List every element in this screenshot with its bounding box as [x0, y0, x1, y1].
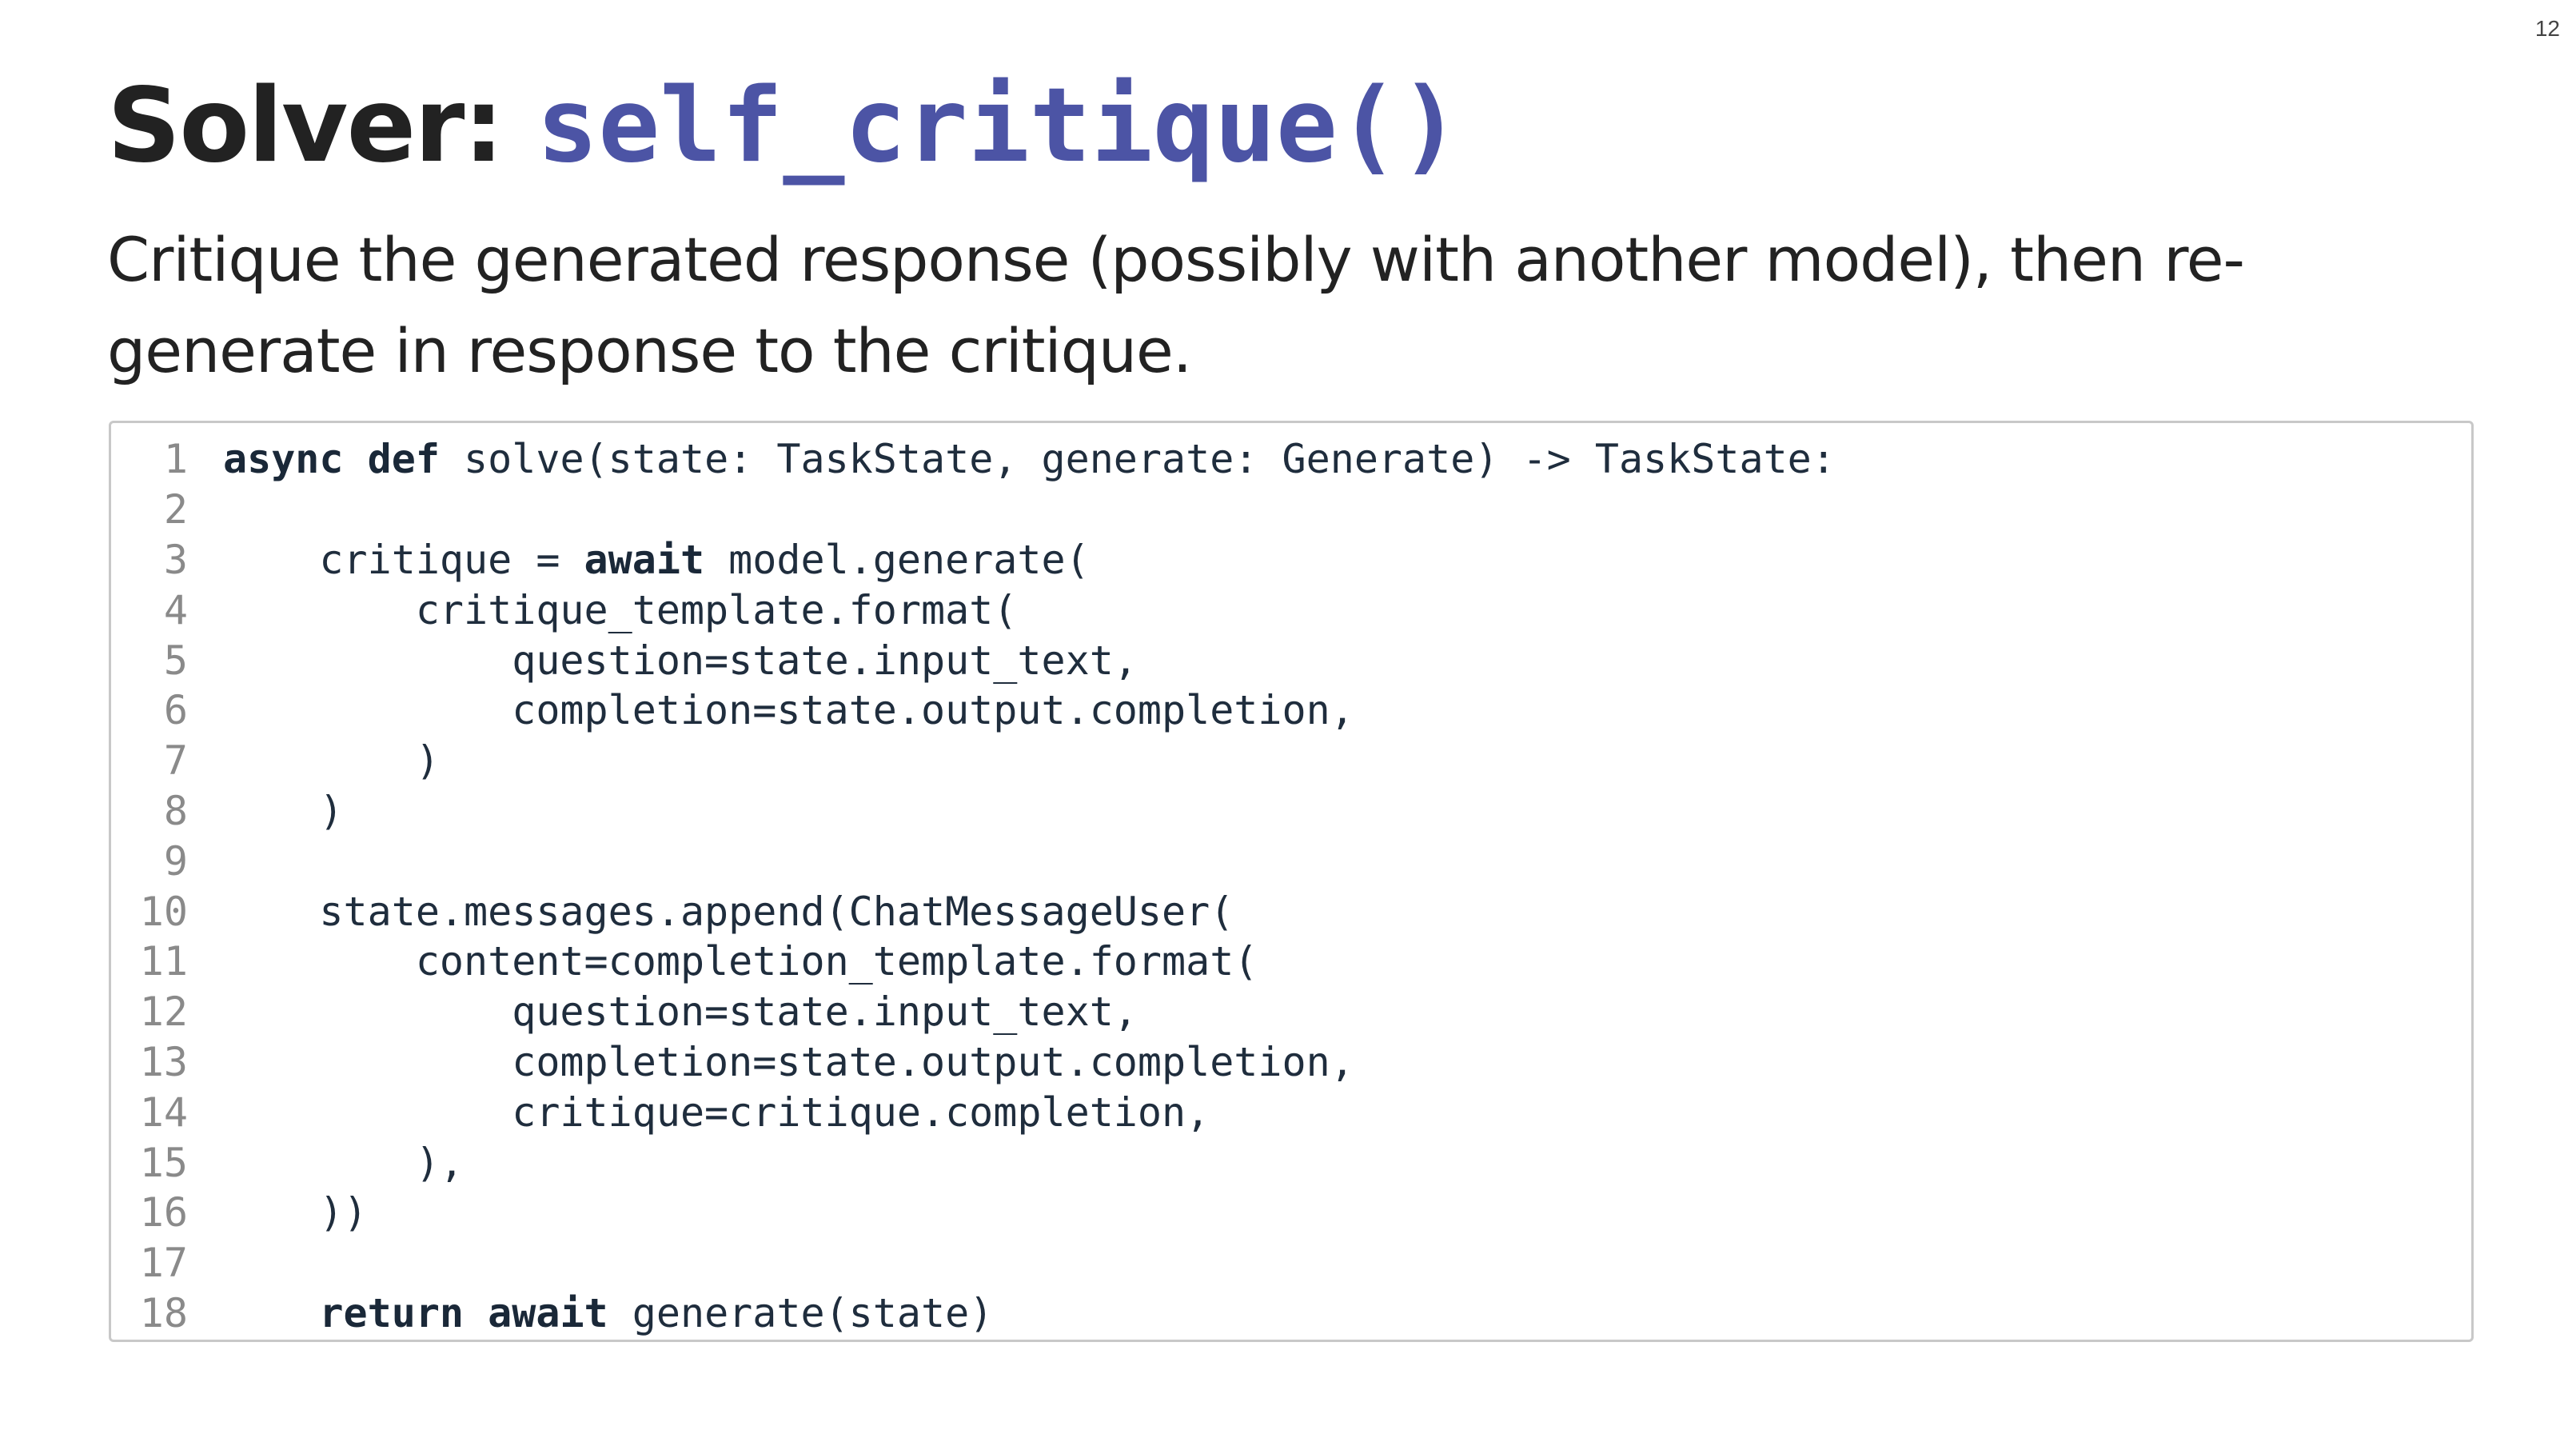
code-text: critique=critique.completion, — [223, 1088, 1210, 1136]
code-text: completion=state.output.completion, — [223, 1038, 1354, 1085]
line-code: return await generate(state) — [223, 1290, 993, 1336]
code-line: 15 ), — [111, 1137, 2471, 1188]
slide-subtitle: Critique the generated response (possibl… — [107, 224, 2245, 386]
line-number: 8 — [163, 787, 188, 834]
code-text: )) — [223, 1189, 368, 1236]
code-text: state.messages.append(ChatMessageUser( — [223, 888, 1234, 935]
line-code: ) — [223, 737, 440, 784]
code-keyword: async def — [223, 436, 440, 483]
line-code: question=state.input_text, — [223, 989, 1138, 1035]
line-number: 5 — [163, 637, 188, 684]
code-line: 1 async def solve(state: TaskState, gener… — [111, 434, 2471, 485]
code-text: ) — [223, 737, 440, 785]
line-number: 2 — [163, 486, 188, 533]
line-code: ) — [223, 787, 344, 834]
line-number: 12 — [139, 989, 188, 1036]
code-line: 7 ) — [111, 736, 2471, 786]
code-line: 6 completion=state.output.completion, — [111, 685, 2471, 736]
code-text: generate(state) — [608, 1289, 994, 1336]
code-line: 5 question=state.input_text, — [111, 635, 2471, 685]
code-text: question=state.input_text, — [223, 989, 1138, 1036]
title-function-name: self_critique() — [536, 66, 1461, 186]
title-prefix: Solver: — [107, 66, 537, 186]
code-text: question=state.input_text, — [223, 637, 1138, 684]
code-line: 12 question=state.input_text, — [111, 987, 2471, 1037]
line-code: )) — [223, 1189, 368, 1236]
line-code: completion=state.output.completion, — [223, 687, 1354, 733]
line-number: 15 — [139, 1139, 188, 1186]
line-code: state.messages.append(ChatMessageUser( — [223, 889, 1234, 935]
page-number: 12 — [2534, 16, 2560, 41]
line-code: critique = await model.generate( — [223, 536, 1090, 583]
code-keyword: return await — [319, 1289, 608, 1336]
line-number: 17 — [139, 1240, 188, 1287]
code-line: 4 critique_template.format( — [111, 585, 2471, 635]
code-text: ) — [223, 787, 344, 834]
line-number: 14 — [139, 1088, 188, 1136]
line-code: question=state.input_text, — [223, 637, 1138, 684]
code-line: 2 — [111, 485, 2471, 535]
code-text: solve(state: TaskState, generate: Genera… — [439, 436, 1836, 483]
line-code: critique=critique.completion, — [223, 1089, 1210, 1136]
code-text: critique_template.format( — [223, 586, 1018, 633]
line-code: completion=state.output.completion, — [223, 1039, 1354, 1085]
code-line: 10 state.messages.append(ChatMessageUser… — [111, 886, 2471, 937]
line-number: 18 — [139, 1289, 188, 1336]
code-keyword: await — [584, 536, 705, 583]
code-line: 8 ) — [111, 786, 2471, 837]
line-number: 7 — [163, 737, 188, 785]
code-text: critique = — [223, 536, 584, 583]
code-line: 13 completion=state.output.completion, — [111, 1037, 2471, 1088]
code-line: 9 — [111, 836, 2471, 886]
line-code: async def solve(state: TaskState, genera… — [223, 436, 1836, 482]
line-number: 4 — [163, 586, 188, 633]
line-number: 10 — [139, 888, 188, 935]
code-text: content=completion_template.format( — [223, 938, 1258, 985]
code-line: 18 return await generate(state) — [111, 1288, 2471, 1339]
code-line: 3 critique = await model.generate( — [111, 535, 2471, 585]
code-block: 1 async def solve(state: TaskState, gener… — [109, 421, 2474, 1342]
code-line: 16 )) — [111, 1188, 2471, 1238]
line-code: content=completion_template.format( — [223, 938, 1258, 985]
line-code: ), — [223, 1140, 464, 1186]
line-number: 9 — [163, 837, 188, 885]
line-number: 3 — [163, 536, 188, 583]
code-line: 17 — [111, 1238, 2471, 1288]
code-line: 11 content=completion_template.format( — [111, 937, 2471, 987]
slide: 12 Solver: self_critique() Critique the … — [0, 0, 2576, 1446]
line-number: 1 — [163, 436, 188, 483]
line-number: 13 — [139, 1038, 188, 1085]
slide-title: Solver: self_critique() — [107, 62, 1461, 190]
code-text: ), — [223, 1139, 465, 1186]
code-text: model.generate( — [704, 536, 1090, 583]
code-text: completion=state.output.completion, — [223, 687, 1354, 734]
line-code: critique_template.format( — [223, 586, 1018, 633]
line-number: 16 — [139, 1189, 188, 1236]
line-number: 6 — [163, 687, 188, 734]
line-number: 11 — [139, 938, 188, 985]
code-line: 14 critique=critique.completion, — [111, 1087, 2471, 1137]
